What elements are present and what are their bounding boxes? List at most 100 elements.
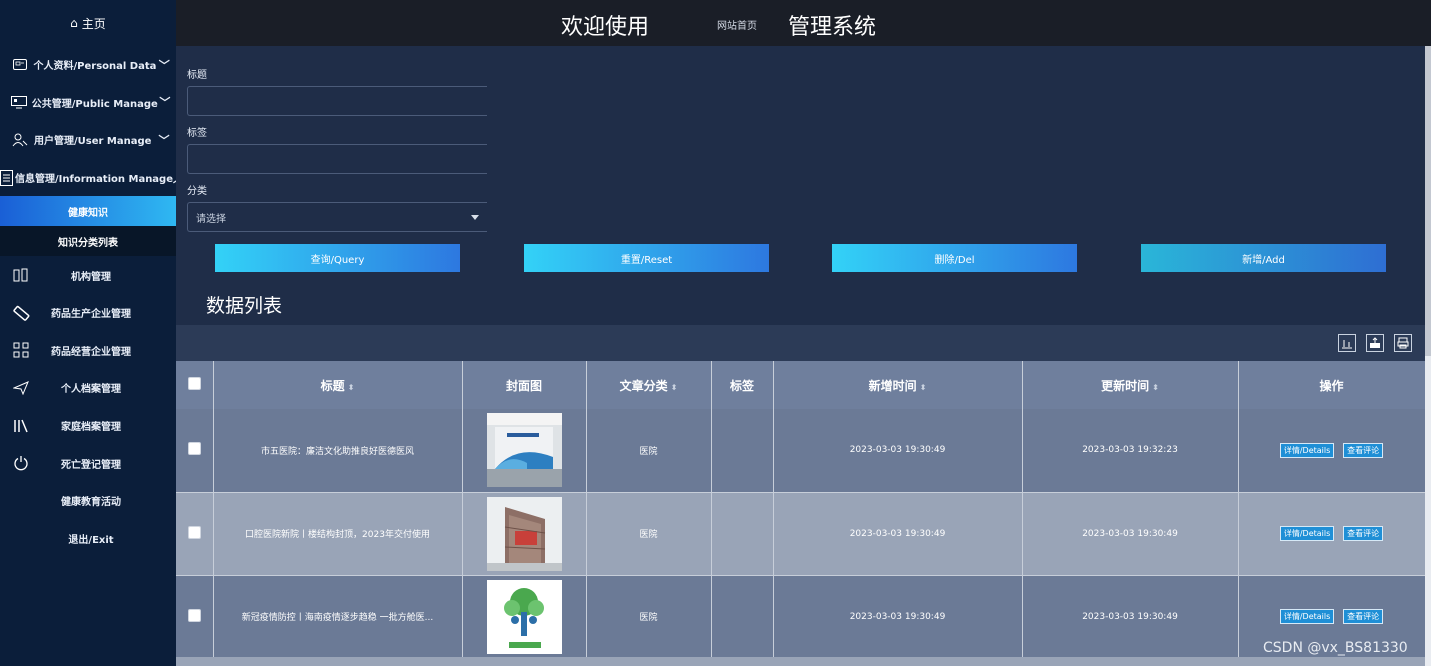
- data-list-title: 数据列表: [206, 295, 283, 317]
- sidebar-item-exit[interactable]: 退出/Exit: [0, 520, 176, 558]
- cell-title: 市五医院：廉洁文化助推良好医德医风: [213, 409, 463, 493]
- sidebar-home-label: 主页: [81, 16, 106, 31]
- details-button[interactable]: 详情/Details: [1279, 442, 1335, 458]
- table-row: 市五医院：廉洁文化助推良好医德医风 医院 2023-03-03 19:30:49…: [176, 409, 1426, 493]
- table-toolbar: [176, 325, 1425, 361]
- search-form: 标题 标签 分类 请选择 查询/Query 重置/Reset 删除/Del 新增…: [176, 46, 1425, 326]
- query-button[interactable]: 查询/Query: [215, 244, 460, 272]
- table-row: 新冠疫情防控丨海南疫情逐步趋稳 一批方舱医... 医院 2023-03-03 1…: [176, 575, 1426, 659]
- table-row-partial: [176, 657, 1425, 666]
- category-label: 分类: [187, 186, 207, 197]
- sidebar-item-label: 家庭档案管理: [61, 422, 121, 434]
- power-icon: [6, 455, 36, 471]
- sidebar-group-label: 用户管理/User Manage: [34, 136, 152, 148]
- table-header-row: 标题 ⬍ 封面图 文章分类 ⬍ 标签 新增时间 ⬍ 更新时间 ⬍ 操作: [176, 361, 1426, 409]
- pill-icon: [6, 305, 36, 321]
- cell-actions: 详情/Details 查看评论: [1238, 409, 1426, 493]
- cover-image[interactable]: [486, 579, 562, 654]
- view-comments-button[interactable]: 查看评论: [1343, 526, 1384, 541]
- cell-cover: [462, 409, 587, 493]
- col-header-updated[interactable]: 更新时间 ⬍: [1022, 361, 1239, 409]
- cell-tag: [711, 409, 774, 493]
- sidebar-item-health-education[interactable]: 健康教育活动: [0, 482, 176, 520]
- sidebar-group-label: 个人资料/Personal Data: [33, 61, 157, 73]
- details-button[interactable]: 详情/Details: [1279, 526, 1335, 541]
- sidebar-sub-knowledge-category[interactable]: 知识分类列表: [0, 226, 176, 257]
- cell-updated: 2023-03-03 19:30:49: [1022, 575, 1239, 659]
- scrollbar-thumb[interactable]: [1425, 46, 1431, 356]
- select-all-checkbox[interactable]: [187, 377, 201, 390]
- sidebar-item-label: 死亡登记管理: [61, 459, 121, 471]
- sidebar-item-family-record[interactable]: 家庭档案管理: [0, 407, 176, 445]
- cell-category: 医院: [586, 492, 712, 576]
- website-home-link[interactable]: 网站首页: [717, 17, 757, 32]
- system-title: 管理系统: [788, 15, 877, 40]
- cell-created: 2023-03-03 19:30:49: [773, 575, 1023, 659]
- sidebar-item-drug-business[interactable]: 药品经营企业管理: [0, 332, 176, 370]
- sidebar-item-death-register[interactable]: 死亡登记管理: [0, 444, 176, 482]
- sort-icon: ⬍: [919, 382, 927, 392]
- add-button[interactable]: 新增/Add: [1141, 244, 1386, 272]
- books-icon: [6, 419, 36, 433]
- row-checkbox[interactable]: [187, 442, 201, 456]
- data-table: 标题 ⬍ 封面图 文章分类 ⬍ 标签 新增时间 ⬍ 更新时间 ⬍ 操作 市五医院：廉洁文…: [176, 361, 1426, 659]
- building-icon: [6, 268, 36, 282]
- tag-label: 标签: [187, 128, 207, 139]
- sidebar-group-information-manage[interactable]: 信息管理/Information Manage ︿: [0, 159, 184, 197]
- category-select[interactable]: 请选择: [187, 202, 487, 232]
- sidebar-group-user-manage[interactable]: 用户管理/User Manage ﹀: [0, 121, 176, 159]
- reset-button[interactable]: 重置/Reset: [524, 244, 769, 272]
- cover-image[interactable]: [486, 413, 562, 488]
- row-checkbox[interactable]: [187, 608, 201, 622]
- cover-image[interactable]: [486, 496, 562, 571]
- top-header: 欢迎使用 网站首页 管理系统: [176, 0, 1431, 46]
- page-scrollbar[interactable]: [1425, 46, 1431, 666]
- sidebar-item-personal-record[interactable]: 个人档案管理: [0, 369, 176, 407]
- chevron-down-icon: ﹀: [158, 133, 170, 147]
- caret-down-icon: [471, 215, 479, 220]
- sort-icon: ⬍: [670, 382, 678, 392]
- sidebar-group-personal-data[interactable]: 个人资料/Personal Data ﹀: [0, 46, 176, 84]
- sidebar-item-label: 药品生产企业管理: [51, 309, 131, 321]
- details-button[interactable]: 详情/Details: [1279, 609, 1335, 624]
- title-input[interactable]: [187, 86, 487, 116]
- id-card-icon: [10, 59, 30, 71]
- category-select-value: 请选择: [196, 213, 226, 225]
- col-header-cover: 封面图: [462, 361, 587, 409]
- columns-icon[interactable]: [1338, 334, 1356, 352]
- sidebar-item-label: 机构管理: [71, 271, 111, 283]
- cell-title: 口腔医院新院丨楼结构封顶，2023年交付使用: [213, 492, 463, 576]
- cell-title: 新冠疫情防控丨海南疫情逐步趋稳 一批方舱医...: [213, 575, 463, 659]
- col-header-actions: 操作: [1238, 361, 1426, 409]
- row-select-cell: [176, 575, 214, 659]
- cell-tag: [711, 575, 774, 659]
- welcome-text: 欢迎使用: [561, 15, 650, 40]
- title-label: 标题: [187, 70, 207, 81]
- sidebar-item-label: 健康教育活动: [61, 497, 121, 509]
- row-select-cell: [176, 409, 214, 493]
- row-checkbox[interactable]: [187, 525, 201, 539]
- col-header-title[interactable]: 标题 ⬍: [213, 361, 463, 409]
- cell-category: 医院: [586, 575, 712, 659]
- view-comments-button[interactable]: 查看评论: [1343, 442, 1384, 458]
- sidebar-item-drug-production[interactable]: 药品生产企业管理: [0, 294, 176, 332]
- delete-button[interactable]: 删除/Del: [832, 244, 1077, 272]
- send-icon: [6, 381, 36, 395]
- cell-updated: 2023-03-03 19:32:23: [1022, 409, 1239, 493]
- col-header-created[interactable]: 新增时间 ⬍: [773, 361, 1023, 409]
- home-icon: ⌂: [70, 16, 78, 30]
- sidebar: ⌂ 主页 个人资料/Personal Data ﹀ 公共管理/Public Ma…: [0, 0, 184, 666]
- cell-category: 医院: [586, 409, 712, 493]
- col-header-category[interactable]: 文章分类 ⬍: [586, 361, 712, 409]
- sidebar-sub-health-knowledge[interactable]: 健康知识: [0, 196, 176, 227]
- view-comments-button[interactable]: 查看评论: [1343, 609, 1384, 624]
- cell-tag: [711, 492, 774, 576]
- table-row: 口腔医院新院丨楼结构封顶，2023年交付使用 医院 2023-03-03 19:…: [176, 492, 1426, 576]
- sidebar-group-public-manage[interactable]: 公共管理/Public Manage ﹀: [0, 84, 176, 122]
- cell-created: 2023-03-03 19:30:49: [773, 409, 1023, 493]
- sidebar-home[interactable]: ⌂ 主页: [0, 0, 176, 46]
- sidebar-item-institution[interactable]: 机构管理: [0, 256, 176, 294]
- tag-input[interactable]: [187, 144, 487, 174]
- print-icon[interactable]: [1394, 334, 1412, 352]
- export-icon[interactable]: [1366, 334, 1384, 352]
